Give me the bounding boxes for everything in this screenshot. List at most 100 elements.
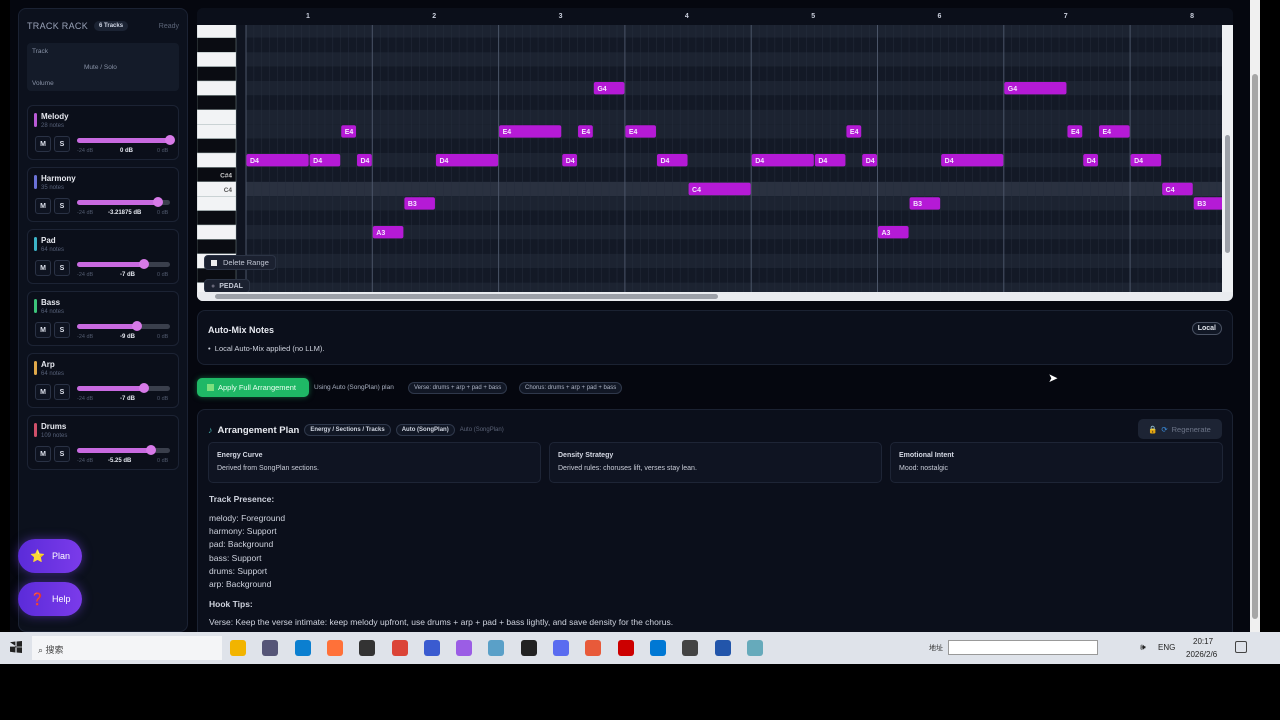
- piano-roll[interactable]: 1 2 3 4 5 6 7 8 C#4 C4 D4 D4 E4 D4 A3 B3 D4 E4 D4 E4 G4 E4 D4…: [197, 8, 1233, 301]
- taskbar-app-icon[interactable]: [553, 640, 569, 656]
- taskbar-app-icon[interactable]: [488, 640, 505, 656]
- clock-date[interactable]: 2026/2/6: [1186, 650, 1217, 659]
- white-key[interactable]: [197, 80, 237, 96]
- mute-button[interactable]: M: [35, 322, 51, 338]
- notification-icon[interactable]: [1235, 641, 1247, 653]
- black-key[interactable]: [197, 37, 237, 53]
- black-key[interactable]: [197, 138, 237, 154]
- solo-button[interactable]: S: [54, 322, 70, 338]
- mute-button[interactable]: M: [35, 136, 51, 152]
- page-scrollbar[interactable]: [1250, 0, 1260, 632]
- taskbar-search[interactable]: ⌕ 搜索: [32, 636, 222, 660]
- timeline-ruler[interactable]: 1 2 3 4 5 6 7 8: [197, 8, 1233, 25]
- slider-knob[interactable]: [139, 383, 149, 393]
- hook-title: Hook Tips:: [209, 599, 253, 609]
- white-key[interactable]: [197, 224, 237, 240]
- taskbar-app-icon[interactable]: [585, 640, 602, 656]
- solo-button[interactable]: S: [54, 260, 70, 276]
- taskbar-app-icon[interactable]: [649, 640, 666, 656]
- black-key[interactable]: [197, 239, 237, 254]
- status-text: Ready: [158, 22, 179, 30]
- mute-button[interactable]: M: [35, 198, 51, 214]
- volume-slider[interactable]: [77, 197, 170, 207]
- white-key[interactable]: [197, 109, 237, 125]
- grid-row: [246, 138, 1233, 153]
- help-button[interactable]: ❓ Help: [18, 582, 82, 616]
- slider-knob[interactable]: [132, 321, 142, 331]
- vertical-scrollbar[interactable]: [1222, 25, 1233, 292]
- energy-curve-card: Energy Curve Derived from SongPlan sectio…: [208, 442, 541, 483]
- black-key[interactable]: [197, 210, 237, 226]
- plan-tag-auto: Auto (SongPlan): [395, 424, 455, 436]
- regenerate-button[interactable]: 🔒 ⟳ Regenerate: [1138, 419, 1222, 439]
- taskbar-app-icon[interactable]: [359, 640, 376, 656]
- black-key[interactable]: [197, 95, 237, 111]
- slider-knob[interactable]: [165, 135, 175, 145]
- volume-icon[interactable]: 🕪: [1140, 642, 1146, 653]
- vscroll-thumb[interactable]: [1225, 135, 1230, 253]
- track-color: [34, 361, 37, 375]
- volume-slider[interactable]: [77, 259, 170, 269]
- taskbar: ⌕ 搜索 地址 ENG 🕪 20:17 2026/2/6: [0, 632, 1280, 664]
- slider-knob[interactable]: [153, 197, 163, 207]
- grid-row: [246, 253, 1233, 269]
- slider-knob[interactable]: [139, 259, 149, 269]
- track-arp: Arp 64 notes M S -24 dB -7 dB 0 dB: [27, 353, 179, 408]
- white-key[interactable]: [197, 195, 237, 211]
- track-bass: Bass 64 notes M S -24 dB -9 dB 0 dB: [27, 291, 179, 346]
- windows-start-icon[interactable]: [10, 641, 22, 653]
- mute-button[interactable]: M: [35, 446, 51, 462]
- white-key[interactable]: [197, 123, 237, 139]
- taskbar-app-icon[interactable]: [714, 640, 731, 656]
- taskbar-app-icon[interactable]: [423, 640, 440, 656]
- plan-button[interactable]: ⭐ Plan: [18, 539, 82, 573]
- music-icon: ♪: [208, 425, 213, 435]
- white-key[interactable]: [197, 25, 237, 38]
- taskbar-app-icon[interactable]: [682, 640, 699, 656]
- taskbar-app-icon[interactable]: [262, 640, 279, 656]
- emotion-card: Emotional Intent Mood: nostalgic: [890, 442, 1223, 483]
- taskbar-app-icon[interactable]: [230, 640, 246, 656]
- solo-button[interactable]: S: [54, 198, 70, 214]
- search-label: 搜索: [45, 645, 64, 655]
- white-key[interactable]: [197, 152, 237, 168]
- volume-max: 0 dB: [157, 334, 169, 340]
- note-label: D4: [1087, 158, 1096, 165]
- mute-button[interactable]: M: [35, 384, 51, 400]
- presence-item: pad: Background: [209, 539, 274, 550]
- volume-slider[interactable]: [77, 321, 170, 331]
- volume-slider[interactable]: [77, 445, 170, 455]
- track-note-count: 109 notes: [41, 433, 68, 439]
- scrollbar-thumb[interactable]: [215, 294, 718, 299]
- taskbar-app-icon[interactable]: [456, 640, 473, 656]
- solo-button[interactable]: S: [54, 136, 70, 152]
- taskbar-app-icon[interactable]: [617, 640, 634, 656]
- mute-button[interactable]: M: [35, 260, 51, 276]
- pedal-button[interactable]: ● PEDAL: [204, 279, 250, 293]
- taskbar-app-icon[interactable]: [520, 640, 537, 656]
- page-scroll-thumb[interactable]: [1252, 74, 1258, 619]
- language-indicator[interactable]: ENG: [1158, 643, 1175, 652]
- taskbar-app-icon[interactable]: [326, 640, 343, 656]
- volume-slider[interactable]: [77, 135, 175, 145]
- apply-arrangement-button[interactable]: Apply Full Arrangement: [197, 378, 309, 397]
- taskbar-app-icon[interactable]: [391, 640, 408, 656]
- horizontal-scrollbar[interactable]: [197, 292, 1233, 301]
- black-key[interactable]: [197, 66, 237, 82]
- taskbar-app-icon[interactable]: [746, 640, 763, 656]
- volume-value: -9 dB: [120, 334, 135, 340]
- address-input[interactable]: [948, 640, 1098, 655]
- solo-button[interactable]: S: [54, 446, 70, 462]
- delete-range-button[interactable]: Delete Range: [204, 255, 276, 270]
- clock-time[interactable]: 20:17: [1193, 637, 1213, 646]
- slider-knob[interactable]: [146, 445, 156, 455]
- volume-value: -3.21875 dB: [108, 210, 142, 216]
- density-text: Derived rules: choruses lift, verses sta…: [558, 465, 697, 472]
- taskbar-app-icon[interactable]: [294, 640, 311, 656]
- volume-slider[interactable]: [77, 383, 170, 393]
- white-key[interactable]: [197, 52, 237, 67]
- pedal-label: PEDAL: [219, 282, 243, 290]
- volume-max: 0 dB: [157, 458, 169, 464]
- note-grid[interactable]: C#4 C4 D4 D4 E4 D4 A3 B3 D4 E4 D4 E4 G4 E4 D4 C4 D4 D4 E4 D…: [197, 25, 1233, 301]
- solo-button[interactable]: S: [54, 384, 70, 400]
